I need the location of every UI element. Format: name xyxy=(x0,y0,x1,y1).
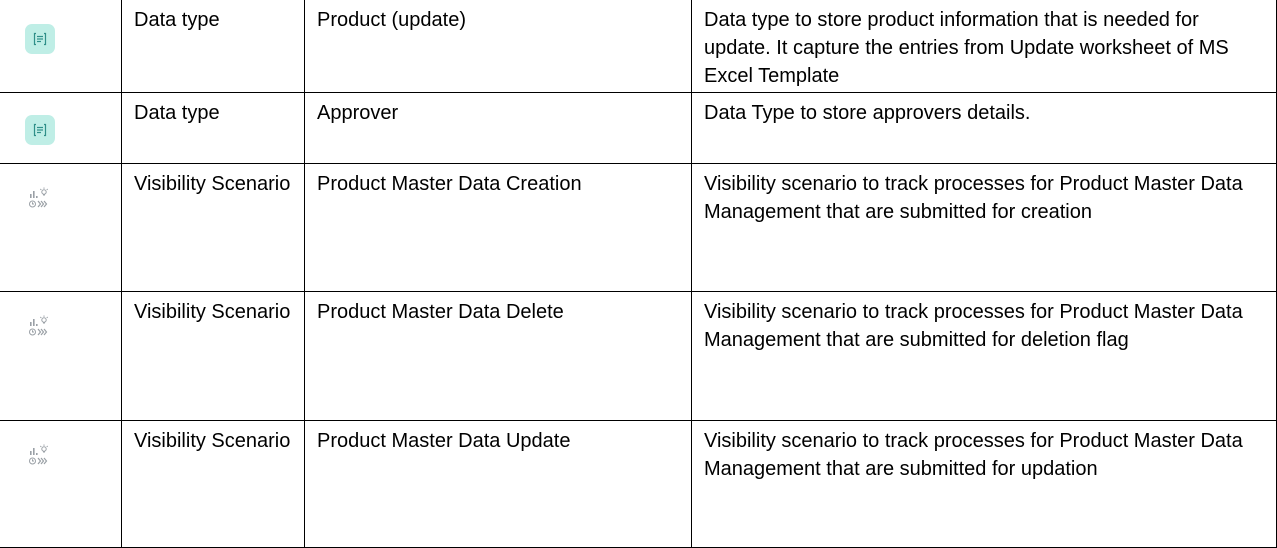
artifact-name: Product (update) xyxy=(304,0,692,93)
table-row: Visibility Scenario Product Master Data … xyxy=(0,163,1277,292)
artifact-description: Visibility scenario to track processes f… xyxy=(691,420,1277,548)
artifact-table: Data type Product (update) Data type to … xyxy=(0,0,1277,548)
artifact-type: Visibility Scenario xyxy=(121,163,305,292)
data-type-icon xyxy=(25,115,55,145)
table-row: Data type Product (update) Data type to … xyxy=(0,0,1277,93)
artifact-description: Data Type to store approvers details. xyxy=(691,92,1277,164)
table-row: Visibility Scenario Product Master Data … xyxy=(0,420,1277,548)
visibility-scenario-icon xyxy=(29,187,49,208)
artifact-description: Data type to store product information t… xyxy=(691,0,1277,93)
artifact-name: Product Master Data Creation xyxy=(304,163,692,292)
artifact-type: Data type xyxy=(121,0,305,93)
visibility-scenario-icon xyxy=(29,444,49,465)
visibility-scenario-icon xyxy=(29,315,49,336)
artifact-name: Approver xyxy=(304,92,692,164)
data-type-icon xyxy=(25,24,55,54)
artifact-description: Visibility scenario to track processes f… xyxy=(691,163,1277,292)
icon-cell xyxy=(0,0,122,93)
artifact-type: Visibility Scenario xyxy=(121,291,305,421)
icon-cell xyxy=(0,92,122,164)
table-row: Visibility Scenario Product Master Data … xyxy=(0,291,1277,421)
artifact-description: Visibility scenario to track processes f… xyxy=(691,291,1277,421)
artifact-name: Product Master Data Delete xyxy=(304,291,692,421)
artifact-name: Product Master Data Update xyxy=(304,420,692,548)
table-row: Data type Approver Data Type to store ap… xyxy=(0,92,1277,164)
artifact-type: Data type xyxy=(121,92,305,164)
icon-cell xyxy=(0,420,122,548)
icon-cell xyxy=(0,163,122,292)
icon-cell xyxy=(0,291,122,421)
artifact-type: Visibility Scenario xyxy=(121,420,305,548)
